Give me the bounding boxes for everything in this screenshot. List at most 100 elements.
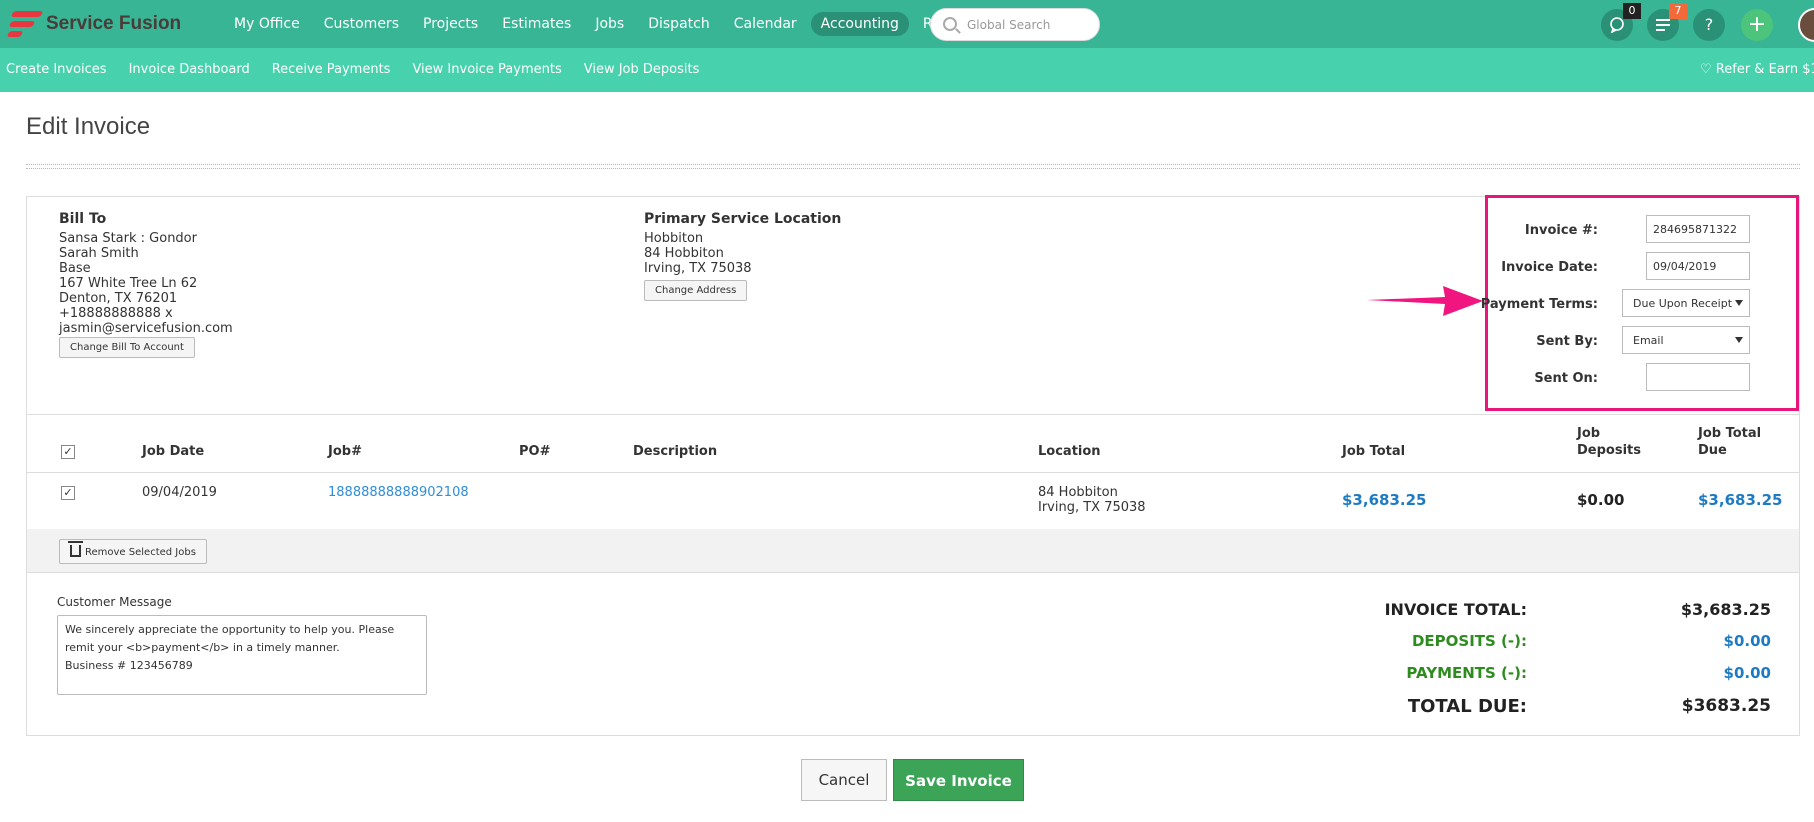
nav-customers[interactable]: Customers [314,12,409,36]
nav-accounting[interactable]: Accounting [810,12,909,36]
refer-label: Refer & Earn $1 [1715,62,1814,77]
save-invoice-button[interactable]: Save Invoice [893,759,1024,801]
col-job-total-due-line1: Job Total [1698,426,1762,441]
col-job-date: Job Date [142,444,205,459]
sent-on-label: Sent On: [1534,371,1598,386]
sent-by-select[interactable]: Email [1622,326,1750,354]
sent-by-row: Sent By: Email [1488,326,1796,356]
invoice-date-input[interactable]: 09/04/2019 [1646,252,1750,280]
help-button[interactable]: ? [1693,9,1725,41]
sent-on-row: Sent On: [1488,363,1796,393]
service-fusion-logo-icon [6,9,44,39]
table-actions-bar: Remove Selected Jobs [27,529,1799,573]
subnav-view-job-deposits[interactable]: View Job Deposits [584,62,700,77]
bill-to-title: Bill To [59,211,107,227]
row-job-total: $3,683.25 [1342,491,1427,509]
col-location: Location [1038,444,1101,459]
row-job-date: 09/04/2019 [142,485,217,500]
row-checkbox[interactable]: ✓ [61,486,75,500]
chat-bubble-icon [1610,17,1624,34]
sent-by-value: Email [1633,334,1664,347]
col-job-total-due-line2: Due [1698,443,1727,458]
invoice-total-label: INVOICE TOTAL: [1384,600,1527,619]
sent-on-input[interactable] [1646,363,1750,391]
global-search-input[interactable]: Global Search [930,8,1100,41]
row-job-total-due: $3,683.25 [1698,491,1783,509]
deposits-value: $0.00 [1723,632,1771,650]
nav-jobs[interactable]: Jobs [585,12,634,36]
total-due-value: $3683.25 [1681,696,1771,716]
total-due-label: TOTAL DUE: [1407,696,1527,717]
nav-projects[interactable]: Projects [413,12,488,36]
invoice-number-row: Invoice #: 284695871322 [1488,215,1796,245]
accounting-subnav: Create Invoices Invoice Dashboard Receiv… [6,62,699,77]
cancel-button[interactable]: Cancel [801,759,887,801]
add-button[interactable]: + [1741,9,1773,41]
table-top-border [27,414,1799,415]
invoice-fields-highlight: Invoice #: 284695871322 Invoice Date: 09… [1481,195,1799,411]
payments-value: $0.00 [1723,664,1771,682]
search-icon [943,17,957,31]
subnav-view-invoice-payments[interactable]: View Invoice Payments [412,62,561,77]
bill-to-section: Bill To Sansa Stark : Gondor Sarah Smith… [59,211,233,358]
col-job-total: Job Total [1342,444,1406,459]
bill-to-line: Denton, TX 76201 [59,291,178,306]
customer-message-textarea[interactable]: We sincerely appreciate the opportunity … [57,615,427,695]
payment-terms-label: Payment Terms: [1480,297,1598,312]
primary-location-section: Primary Service Location Hobbiton 84 Hob… [644,211,841,301]
invoice-date-row: Invoice Date: 09/04/2019 [1488,252,1796,282]
subnav-create-invoices[interactable]: Create Invoices [6,62,107,77]
subnav-receive-payments[interactable]: Receive Payments [272,62,391,77]
row-location: 84 Hobbiton Irving, TX 75038 [1038,485,1146,515]
invoice-date-label: Invoice Date: [1501,260,1598,275]
search-placeholder: Global Search [967,18,1051,32]
primary-location-title: Primary Service Location [644,211,842,227]
col-job-no: Job# [328,444,362,459]
customer-message-label: Customer Message [57,595,172,609]
payment-terms-select[interactable]: Due Upon Receipt [1622,289,1750,317]
col-po-no: PO# [519,444,551,459]
bill-to-line: +18888888888 x [59,306,173,321]
remove-selected-jobs-button[interactable]: Remove Selected Jobs [59,539,207,564]
tasks-button[interactable]: 7 [1647,3,1687,41]
trash-icon [68,541,83,557]
bill-to-line: 167 White Tree Ln 62 [59,276,198,291]
list-icon [1656,19,1670,31]
logo[interactable]: Service Fusion [6,8,181,40]
select-all-checkbox[interactable]: ✓ [61,445,75,459]
user-avatar[interactable] [1798,8,1814,42]
payment-terms-row: Payment Terms: Due Upon Receipt [1481,289,1796,319]
payment-terms-value: Due Upon Receipt [1633,297,1733,310]
col-job-total-due: Job Total Due [1698,425,1761,459]
invoice-number-input[interactable]: 284695871322 [1646,215,1750,243]
subnav-invoice-dashboard[interactable]: Invoice Dashboard [129,62,250,77]
heart-icon: ♡ [1700,62,1712,77]
nav-my-office[interactable]: My Office [224,12,310,36]
top-navbar: Service Fusion My Office Customers Proje… [0,0,1814,48]
logo-text: Service Fusion [46,13,182,34]
chevron-down-icon [1735,300,1743,306]
page-title: Edit Invoice [26,113,151,140]
annotation-arrow-icon [1367,286,1483,316]
row-job-number-link[interactable]: 18888888888902108 [328,485,469,500]
nav-dispatch[interactable]: Dispatch [638,12,720,36]
location-line: Hobbiton [644,231,704,246]
bill-to-line: Sarah Smith [59,246,139,261]
row-location-line1: 84 Hobbiton [1038,485,1118,500]
bill-to-line: Base [59,261,91,276]
payments-label: PAYMENTS (-): [1406,664,1527,682]
col-job-deposits-line2: Deposits [1577,443,1641,458]
col-job-deposits-line1: Job [1577,426,1601,441]
location-line: 84 Hobbiton [644,246,724,261]
refer-and-earn-link[interactable]: ♡ Refer & Earn $1 [1700,62,1814,77]
help-icon: ? [1704,15,1714,34]
change-bill-to-button[interactable]: Change Bill To Account [59,337,195,358]
invoice-number-label: Invoice #: [1524,223,1598,238]
remove-selected-jobs-label: Remove Selected Jobs [85,547,196,558]
nav-estimates[interactable]: Estimates [492,12,581,36]
col-description: Description [633,444,718,459]
bill-to-line: Sansa Stark : Gondor [59,231,197,246]
chat-button[interactable]: 0 [1601,3,1641,41]
nav-calendar[interactable]: Calendar [724,12,807,36]
change-address-button[interactable]: Change Address [644,280,748,301]
